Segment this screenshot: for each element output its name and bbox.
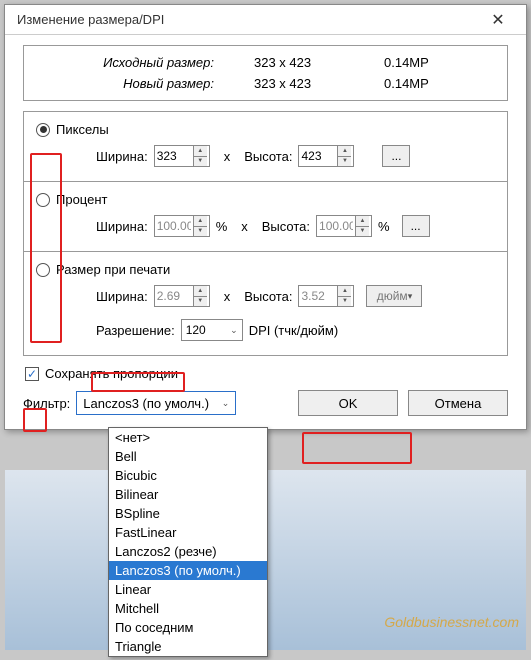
ok-button[interactable]: OK [298, 390, 398, 416]
filter-option[interactable]: Mitchell [109, 599, 267, 618]
keep-aspect-label: Сохранять пропорции [45, 366, 178, 381]
spin-down-icon[interactable]: ▼ [193, 156, 207, 167]
pixels-width-field[interactable] [155, 149, 193, 163]
keep-aspect-checkbox[interactable]: ✓ [25, 367, 39, 381]
percent-height-input[interactable]: ▲▼ [316, 215, 372, 237]
print-unit-button[interactable]: дюйм▾ [366, 285, 422, 307]
filter-option[interactable]: <нет> [109, 428, 267, 447]
x-separator: x [224, 289, 231, 304]
filter-label: Фильтр: [23, 396, 70, 411]
print-width-label: Ширина: [96, 289, 148, 304]
x-separator: x [241, 219, 248, 234]
filter-option[interactable]: Bell [109, 447, 267, 466]
resolution-row: Разрешение: 120 ⌄ DPI (тчк/дюйм) [36, 319, 495, 341]
pixels-radio[interactable] [36, 123, 50, 137]
size-info-box: Исходный размер: 323 x 423 0.14MP Новый … [23, 45, 508, 101]
source-size-row: Исходный размер: 323 x 423 0.14MP [44, 52, 487, 73]
new-mp-value: 0.14MP [384, 76, 454, 91]
percent-fields: Ширина: ▲▼ % x Высота: ▲▼ % ... [36, 215, 495, 237]
print-height-input[interactable]: ▲▼ [298, 285, 354, 307]
pixels-radio-row: Пикселы [36, 122, 495, 137]
percent-more-button[interactable]: ... [402, 215, 430, 237]
percent-width-label: Ширина: [96, 219, 148, 234]
pixels-radio-label: Пикселы [56, 122, 109, 137]
percent-group: Процент Ширина: ▲▼ % x Высота: ▲▼ % ... [23, 182, 508, 252]
spin-down-icon[interactable]: ▼ [337, 156, 351, 167]
print-height-field[interactable] [299, 289, 337, 303]
spin-down-icon[interactable]: ▼ [193, 296, 207, 307]
pixels-width-input[interactable]: ▲▼ [154, 145, 210, 167]
print-height-label: Высота: [244, 289, 292, 304]
source-mp-value: 0.14MP [384, 55, 454, 70]
source-size-label: Исходный размер: [44, 55, 254, 70]
spin-up-icon[interactable]: ▲ [193, 216, 207, 226]
print-radio[interactable] [36, 263, 50, 277]
pixels-fields: Ширина: ▲▼ x Высота: ▲▼ ... [36, 145, 495, 167]
new-size-row: Новый размер: 323 x 423 0.14MP [44, 73, 487, 94]
new-size-label: Новый размер: [44, 76, 254, 91]
print-group: Размер при печати Ширина: ▲▼ x Высота: ▲… [23, 252, 508, 356]
percent-sign: % [378, 219, 390, 234]
dpi-label: DPI (тчк/дюйм) [249, 323, 339, 338]
pixels-width-label: Ширина: [96, 149, 148, 164]
resolution-combo[interactable]: 120 ⌄ [181, 319, 243, 341]
chevron-down-icon: ⌄ [230, 325, 238, 336]
spin-down-icon[interactable]: ▼ [193, 226, 207, 237]
spin-up-icon[interactable]: ▲ [337, 286, 351, 296]
percent-height-label: Высота: [262, 219, 310, 234]
resolution-value: 120 [186, 323, 206, 337]
dialog-body: Исходный размер: 323 x 423 0.14MP Новый … [5, 35, 526, 429]
titlebar: Изменение размера/DPI ✕ [5, 5, 526, 35]
spin-up-icon[interactable]: ▲ [193, 146, 207, 156]
percent-radio-label: Процент [56, 192, 107, 207]
filter-option[interactable]: FastLinear [109, 523, 267, 542]
filter-option[interactable]: Triangle [109, 637, 267, 656]
pixels-height-input[interactable]: ▲▼ [298, 145, 354, 167]
spin-down-icon[interactable]: ▼ [355, 226, 369, 237]
print-width-field[interactable] [155, 289, 193, 303]
filter-option[interactable]: Lanczos3 (по умолч.) [109, 561, 267, 580]
pixels-group: Пикселы Ширина: ▲▼ x Высота: ▲▼ ... [23, 111, 508, 182]
pixels-more-button[interactable]: ... [382, 145, 410, 167]
filter-option[interactable]: Lanczos2 (резче) [109, 542, 267, 561]
filter-combo[interactable]: Lanczos3 (по умолч.) ⌄ [76, 391, 236, 415]
print-width-input[interactable]: ▲▼ [154, 285, 210, 307]
highlight-box [302, 432, 412, 464]
window-title: Изменение размера/DPI [17, 12, 164, 27]
print-radio-row: Размер при печати [36, 262, 495, 277]
chevron-down-icon: ⌄ [222, 398, 230, 409]
percent-radio-row: Процент [36, 192, 495, 207]
percent-sign: % [216, 219, 228, 234]
dialog-buttons: OK Отмена [298, 390, 508, 416]
filter-option[interactable]: Bicubic [109, 466, 267, 485]
spin-down-icon[interactable]: ▼ [337, 296, 351, 307]
filter-dropdown[interactable]: <нет>BellBicubicBilinearBSplineFastLinea… [108, 427, 268, 657]
pixels-height-field[interactable] [299, 149, 337, 163]
chevron-down-icon: ▾ [408, 291, 413, 302]
print-radio-label: Размер при печати [56, 262, 170, 277]
close-button[interactable]: ✕ [478, 8, 518, 32]
pixels-height-label: Высота: [244, 149, 292, 164]
print-fields: Ширина: ▲▼ x Высота: ▲▼ дюйм▾ [36, 285, 495, 307]
keep-aspect-row: ✓ Сохранять пропорции [25, 366, 508, 381]
percent-height-field[interactable] [317, 219, 355, 233]
source-size-value: 323 x 423 [254, 55, 384, 70]
filter-option[interactable]: Linear [109, 580, 267, 599]
x-separator: x [224, 149, 231, 164]
filter-option[interactable]: BSpline [109, 504, 267, 523]
percent-radio[interactable] [36, 193, 50, 207]
filter-selected: Lanczos3 (по умолч.) [83, 396, 209, 411]
spin-up-icon[interactable]: ▲ [355, 216, 369, 226]
filter-option[interactable]: По соседним [109, 618, 267, 637]
percent-width-input[interactable]: ▲▼ [154, 215, 210, 237]
cancel-button[interactable]: Отмена [408, 390, 508, 416]
resolution-label: Разрешение: [96, 323, 175, 338]
spin-up-icon[interactable]: ▲ [193, 286, 207, 296]
resize-dialog: Изменение размера/DPI ✕ Исходный размер:… [4, 4, 527, 430]
spin-up-icon[interactable]: ▲ [337, 146, 351, 156]
filter-option[interactable]: Bilinear [109, 485, 267, 504]
new-size-value: 323 x 423 [254, 76, 384, 91]
watermark-text: Goldbusinessnet.com [384, 614, 519, 630]
percent-width-field[interactable] [155, 219, 193, 233]
